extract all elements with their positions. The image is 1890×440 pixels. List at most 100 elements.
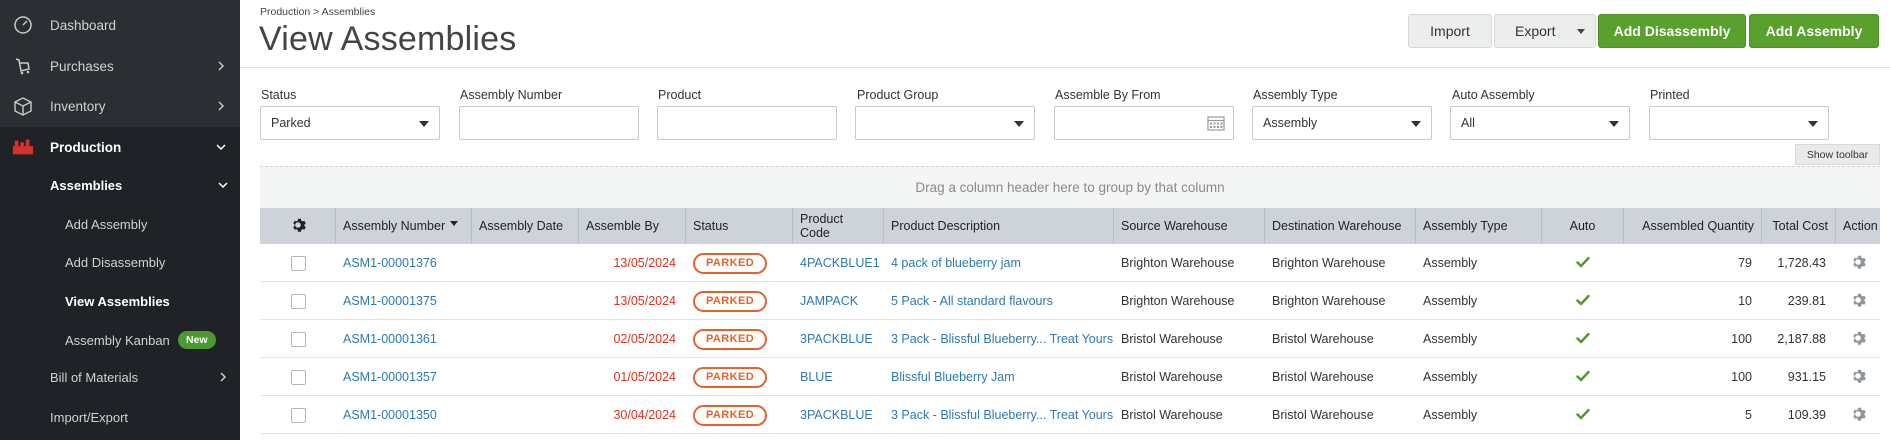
sidebar-item-inventory[interactable]: Inventory	[0, 86, 240, 126]
column-header-destination-warehouse[interactable]: Destination Warehouse	[1265, 208, 1416, 244]
assembly-type-select[interactable]: Assembly	[1252, 106, 1432, 140]
sidebar-item-label: Assemblies	[50, 177, 123, 193]
sidebar-item-assembly-kanban[interactable]: Assembly Kanban New	[0, 321, 240, 359]
product-input[interactable]	[668, 107, 836, 139]
column-header-assembled-quantity[interactable]: Assembled Quantity	[1624, 208, 1762, 244]
row-checkbox[interactable]	[290, 407, 306, 423]
sidebar-item-bill-of-materials[interactable]: Bill of Materials	[0, 358, 240, 396]
sidebar-item-add-assembly[interactable]: Add Assembly	[0, 205, 240, 243]
export-button[interactable]: Export	[1494, 14, 1596, 48]
sidebar-item-assemblies[interactable]: Assemblies	[0, 166, 240, 204]
add-assembly-button[interactable]: Add Assembly	[1749, 14, 1879, 48]
assemble-by-date: 13/05/2024	[613, 294, 676, 308]
status-select[interactable]: Parked	[260, 106, 440, 140]
source-warehouse-cell: Brighton Warehouse	[1121, 256, 1235, 270]
product-code-link[interactable]: BLUE	[800, 370, 833, 384]
printed-filter-label: Printed	[1650, 88, 1690, 102]
auto-cell	[1542, 396, 1624, 434]
row-checkbox[interactable]	[290, 331, 306, 347]
destination-warehouse-cell: Bristol Warehouse	[1272, 408, 1374, 422]
import-button[interactable]: Import	[1408, 14, 1492, 48]
production-icon	[12, 136, 34, 158]
product-code-link[interactable]: 4PACKBLUE1	[800, 256, 880, 270]
header-divider	[240, 67, 1890, 68]
row-checkbox[interactable]	[290, 293, 306, 309]
assembly-number-link[interactable]: ASM1-00001375	[343, 294, 437, 308]
column-header-assembly-type[interactable]: Assembly Type	[1416, 208, 1542, 244]
sort-desc-icon	[450, 220, 459, 226]
row-checkbox[interactable]	[290, 369, 306, 385]
product-description-link[interactable]: 5 Pack - All standard flavours	[891, 294, 1053, 308]
chevron-down-icon	[214, 140, 228, 154]
assembly-number-input[interactable]	[470, 107, 638, 139]
gear-icon[interactable]	[1850, 368, 1866, 387]
table-row[interactable]: ASM1-00001376 13/05/2024 PARKED 4PACKBLUE1 4…	[260, 244, 1880, 282]
show-toolbar-button[interactable]: Show toolbar	[1795, 144, 1880, 165]
product-description-link[interactable]: 4 pack of blueberry jam	[891, 256, 1021, 270]
table-row[interactable]: ASM1-00001357 01/05/2024 PARKED BLUE Blissfu…	[260, 358, 1880, 396]
table-row[interactable]: ASM1-00001375 13/05/2024 PARKED JAMPACK 5 Pa…	[260, 282, 1880, 320]
product-description-cell: 3 Pack - Blissful Blueberry... Treat You…	[884, 320, 1114, 358]
column-header-product-description[interactable]: Product Description	[884, 208, 1114, 244]
assemble-by-date: 01/05/2024	[613, 370, 676, 384]
product-description-link[interactable]: 3 Pack - Blissful Blueberry... Treat You…	[891, 408, 1113, 422]
sidebar-item-dashboard[interactable]: Dashboard	[0, 5, 240, 45]
product-group-filter-label: Product Group	[857, 88, 939, 102]
table-row[interactable]: ASM1-00001350 30/04/2024 PARKED 3PACKBLUE 3 …	[260, 396, 1880, 434]
group-by-drop-area[interactable]: Drag a column header here to group by th…	[260, 166, 1880, 208]
column-header-source-warehouse[interactable]: Source Warehouse	[1114, 208, 1265, 244]
gear-icon[interactable]	[1850, 254, 1866, 273]
assembly-type-cell: Assembly	[1423, 370, 1478, 384]
assembled-quantity-cell: 100	[1731, 332, 1752, 346]
assemble-by-cell: 13/05/2024	[579, 282, 686, 320]
sidebar-item-production[interactable]: Production	[0, 127, 240, 167]
product-description-link[interactable]: Blissful Blueberry Jam	[891, 370, 1015, 384]
sidebar-item-view-assemblies[interactable]: View Assemblies	[0, 282, 240, 320]
gear-icon[interactable]	[1850, 330, 1866, 349]
auto-assembly-select[interactable]: All	[1450, 106, 1630, 140]
product-group-select[interactable]	[855, 106, 1035, 140]
sidebar-item-label: View Assemblies	[65, 293, 170, 309]
product-code-link[interactable]: 3PACKBLUE	[800, 408, 873, 422]
status-cell: PARKED	[686, 396, 793, 434]
source-warehouse-cell: Bristol Warehouse	[1121, 332, 1223, 346]
sidebar-item-add-disassembly[interactable]: Add Disassembly	[0, 243, 240, 281]
table-row[interactable]: ASM1-00001361 02/05/2024 PARKED 3PACKBLUE 3 …	[260, 320, 1880, 358]
assembly-number-link[interactable]: ASM1-00001361	[343, 332, 437, 346]
product-code-cell: 4PACKBLUE1	[793, 244, 884, 282]
assembly-number-cell: ASM1-00001350	[336, 396, 472, 434]
assembly-date-cell	[472, 396, 579, 434]
assembly-number-link[interactable]: ASM1-00001376	[343, 256, 437, 270]
gear-icon[interactable]	[290, 217, 306, 236]
caret-down-icon[interactable]	[1577, 29, 1585, 34]
add-disassembly-button[interactable]: Add Disassembly	[1598, 14, 1746, 48]
column-header-assemble-by[interactable]: Assemble By	[579, 208, 686, 244]
product-code-link[interactable]: 3PACKBLUE	[800, 332, 873, 346]
chevron-right-icon	[214, 59, 228, 73]
column-header-assembly-number[interactable]: Assembly Number	[336, 208, 472, 244]
printed-select[interactable]	[1649, 106, 1829, 140]
assemble-by-from-input-wrap	[1054, 106, 1234, 140]
product-description-link[interactable]: 3 Pack - Blissful Blueberry... Treat You…	[891, 332, 1113, 346]
production-submenu: Assemblies Add Assembly Add Disassembly …	[0, 166, 240, 440]
assemble-by-from-filter-label: Assemble By From	[1055, 88, 1161, 102]
gear-icon[interactable]	[1850, 406, 1866, 425]
gear-icon[interactable]	[1850, 292, 1866, 311]
row-checkbox[interactable]	[290, 255, 306, 271]
column-header-product-code[interactable]: Product Code	[793, 208, 884, 244]
column-header-assembly-date[interactable]: Assembly Date	[472, 208, 579, 244]
column-settings-header[interactable]	[260, 208, 336, 244]
sidebar-item-import-export[interactable]: Import/Export	[0, 398, 240, 436]
calendar-icon[interactable]	[1207, 115, 1225, 131]
assembly-number-link[interactable]: ASM1-00001350	[343, 408, 437, 422]
status-cell: PARKED	[686, 282, 793, 320]
sidebar-item-label: Bill of Materials	[50, 369, 139, 385]
column-header-status[interactable]: Status	[686, 208, 793, 244]
column-header-auto[interactable]: Auto	[1542, 208, 1624, 244]
column-header-total-cost[interactable]: Total Cost	[1762, 208, 1836, 244]
assembly-number-link[interactable]: ASM1-00001357	[343, 370, 437, 384]
sidebar-item-purchases[interactable]: Purchases	[0, 46, 240, 86]
product-code-link[interactable]: JAMPACK	[800, 294, 858, 308]
status-filter-label: Status	[261, 88, 297, 102]
column-header-action[interactable]: Action	[1836, 208, 1880, 244]
